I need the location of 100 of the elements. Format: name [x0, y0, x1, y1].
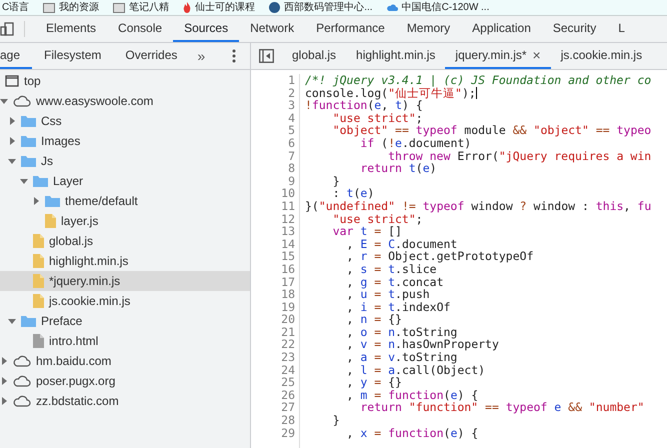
- code-line: , n = {}: [346, 313, 402, 326]
- bookmark-link[interactable]: 中国电信C-120W ...: [402, 2, 490, 14]
- line-number: 3: [287, 99, 296, 112]
- code-line: , x = function(e) {: [346, 426, 478, 440]
- navigator-tab[interactable]: Filesystem: [32, 43, 114, 69]
- tree-item[interactable]: intro.html: [0, 331, 250, 351]
- panel-tab[interactable]: Performance: [305, 16, 396, 42]
- bookmark-link[interactable]: 笔记八精: [129, 2, 170, 14]
- code-line: return t(e): [359, 162, 437, 175]
- file-icon: [45, 214, 56, 228]
- panel-tab[interactable]: Network: [239, 16, 306, 42]
- line-number: 23: [280, 351, 296, 364]
- tree-item[interactable]: top: [0, 71, 250, 91]
- line-number: 6: [287, 136, 296, 150]
- tree-item[interactable]: Images: [0, 131, 250, 151]
- code-line: , s = t.slice: [346, 262, 437, 276]
- bookmark-link[interactable]: 我的资源: [59, 2, 100, 14]
- panel-tab[interactable]: Memory: [396, 16, 462, 42]
- tree-label: Layer: [53, 174, 84, 188]
- cloud-icon: [13, 355, 31, 367]
- line-number: 15: [280, 250, 296, 263]
- code-line: /*! jQuery v3.4.1 | (c) JS Foundation and other co: [305, 74, 652, 87]
- line-number: 1: [287, 74, 296, 87]
- tree-item[interactable]: layer.js: [0, 211, 250, 231]
- tree-item[interactable]: zz.bdstatic.com: [0, 391, 250, 411]
- code-line: , y = {}: [346, 376, 402, 389]
- tree-label: Js: [41, 154, 53, 168]
- tree-item[interactable]: *jquery.min.js: [0, 271, 250, 291]
- file-tab[interactable]: jquery.min.js* ×: [445, 43, 551, 69]
- tree-item[interactable]: poser.pugx.org: [0, 371, 250, 391]
- code-line: , a = v.toString: [346, 351, 458, 364]
- panel-tab[interactable]: Application: [461, 16, 542, 42]
- line-number: 10: [280, 187, 296, 200]
- file-tab[interactable]: global.js: [282, 43, 346, 69]
- sidebar-toggle-icon[interactable]: [259, 49, 274, 63]
- folder-icon: [43, 2, 56, 12]
- line-number: 20: [280, 313, 296, 326]
- file-icon: [33, 234, 44, 248]
- tree-item[interactable]: highlight.min.js: [0, 251, 250, 271]
- line-number: 11: [280, 200, 296, 213]
- file-tab[interactable]: highlight.min.js: [346, 43, 446, 69]
- more-tabs-button[interactable]: »: [189, 43, 214, 69]
- panel-tab[interactable]: Security: [542, 16, 608, 42]
- code-line: var t = []: [332, 225, 402, 238]
- tree-item[interactable]: Layer: [0, 171, 250, 191]
- tree-item[interactable]: www.easyswoole.com: [0, 91, 250, 111]
- code-line: : t(e): [332, 187, 374, 200]
- cloud-icon: [386, 3, 398, 12]
- tree-item[interactable]: theme/default: [0, 191, 250, 211]
- tree-label: top: [24, 74, 41, 88]
- tree-item[interactable]: js.cookie.min.js: [0, 291, 250, 311]
- navigator-tab[interactable]: age: [0, 43, 32, 69]
- folder-icon: [113, 2, 126, 12]
- line-number: 12: [280, 212, 296, 226]
- code-line: "use strict";: [332, 112, 423, 124]
- panel-tab[interactable]: L: [607, 16, 636, 42]
- folder-icon: [45, 195, 60, 207]
- code-line: }("undefined" != typeof window ? window : this, fu: [305, 200, 652, 213]
- tree-label: highlight.min.js: [49, 254, 128, 268]
- collapsed-arrow-icon[interactable]: [0, 397, 8, 405]
- collapsed-arrow-icon[interactable]: [32, 197, 40, 205]
- folder-icon: [21, 315, 36, 327]
- tree-label: Images: [41, 134, 80, 148]
- collapsed-arrow-icon[interactable]: [0, 357, 8, 365]
- tree-label: theme/default: [65, 194, 138, 208]
- tree-item[interactable]: hm.baidu.com: [0, 351, 250, 371]
- tree-item[interactable]: global.js: [0, 231, 250, 251]
- tree-item[interactable]: Css: [0, 111, 250, 131]
- expanded-arrow-icon[interactable]: [20, 177, 28, 185]
- panel-tab[interactable]: Console: [107, 16, 174, 42]
- collapsed-arrow-icon[interactable]: [8, 117, 16, 125]
- collapsed-arrow-icon[interactable]: [8, 137, 16, 145]
- expanded-arrow-icon[interactable]: [8, 157, 16, 165]
- code-line: throw new Error("jQuery requires a win: [387, 150, 652, 162]
- menu-icon[interactable]: [232, 49, 236, 63]
- expanded-arrow-icon[interactable]: [0, 97, 8, 105]
- code-line: "use strict";: [332, 212, 423, 226]
- tree-label: js.cookie.min.js: [49, 294, 130, 308]
- panel-tab[interactable]: Elements: [35, 16, 108, 42]
- expanded-arrow-icon[interactable]: [8, 317, 16, 325]
- bookmark-link[interactable]: 西部数码管理中心...: [284, 2, 373, 14]
- line-number: 26: [280, 388, 296, 402]
- close-button[interactable]: ×: [532, 47, 541, 63]
- code-line: "object" == typeof module && "object" == typeo: [332, 124, 652, 137]
- device-toolbar-icon[interactable]: [0, 22, 14, 36]
- folder-icon: [21, 155, 36, 167]
- tree-item[interactable]: Js: [0, 151, 250, 171]
- file-tab[interactable]: js.cookie.min.js: [550, 43, 652, 69]
- file-icon: [33, 334, 44, 348]
- bookmark-link[interactable]: 仙士可的课程: [195, 2, 256, 14]
- line-number: 9: [287, 174, 296, 188]
- line-number: 24: [280, 364, 296, 376]
- code-line: !function(e, t) {: [305, 99, 423, 112]
- tree-label: Css: [41, 114, 62, 128]
- collapsed-arrow-icon[interactable]: [0, 377, 8, 385]
- navigator-tab[interactable]: Overrides: [113, 43, 190, 69]
- bookmark-link[interactable]: C语言: [2, 2, 30, 14]
- line-number: 2: [287, 86, 296, 100]
- line-number: 27: [280, 401, 296, 414]
- tree-item[interactable]: Preface: [0, 311, 250, 331]
